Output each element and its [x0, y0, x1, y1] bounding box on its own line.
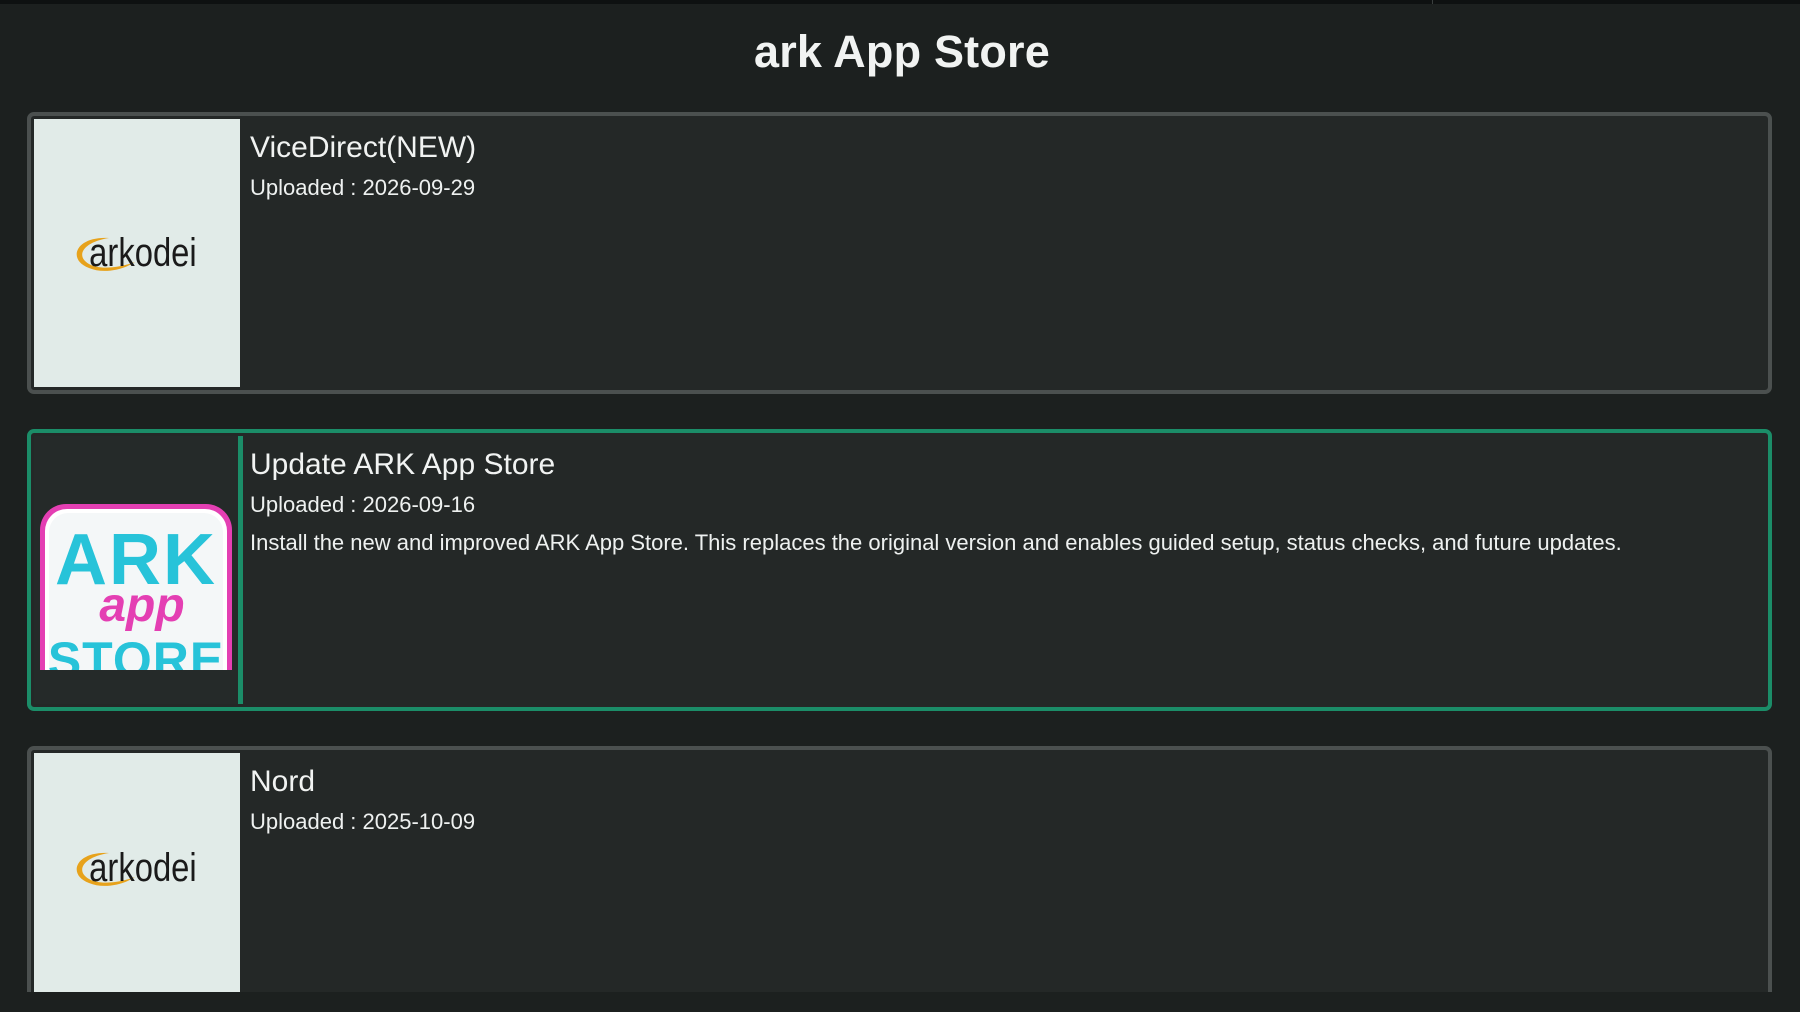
app-card-nord[interactable]: arkodei Nord Uploaded : 2025-10-09: [27, 746, 1772, 992]
upload-date: Uploaded : 2026-09-29: [250, 175, 476, 200]
app-thumbnail: ARK app STORE: [34, 436, 243, 704]
app-card-vicedirect[interactable]: arkodei ViceDirect(NEW) Uploaded : 2026-…: [27, 112, 1772, 394]
app-description: Install the new and improved ARK App Sto…: [250, 530, 1622, 555]
page-title: ark App Store: [753, 26, 1050, 77]
svg-text:arkodei: arkodei: [89, 845, 197, 890]
upload-date: Uploaded : 2025-10-09: [250, 809, 476, 834]
app-list[interactable]: ark App Store arkodei ViceDirect(NEW) Up…: [0, 0, 1800, 992]
app-name: ViceDirect(NEW): [250, 131, 477, 164]
ark-app-store-logo-icon: ARK app STORE: [40, 504, 232, 670]
svg-text:app: app: [99, 579, 184, 632]
app-thumbnail: arkodei: [34, 753, 240, 992]
svg-text:arkodei: arkodei: [89, 230, 197, 275]
app-name: Nord: [250, 765, 316, 798]
upload-date: Uploaded : 2026-09-16: [250, 492, 476, 517]
arkodei-logo-icon: arkodei: [76, 230, 197, 275]
arkodei-logo-icon: arkodei: [76, 845, 197, 890]
bottom-edge: [0, 992, 1800, 1012]
app-card-update-ark[interactable]: ARK app STORE Update ARK App Store Uploa…: [27, 429, 1772, 711]
svg-text:STORE: STORE: [48, 632, 224, 670]
app-thumbnail: arkodei: [34, 119, 240, 387]
app-name: Update ARK App Store: [250, 448, 556, 481]
